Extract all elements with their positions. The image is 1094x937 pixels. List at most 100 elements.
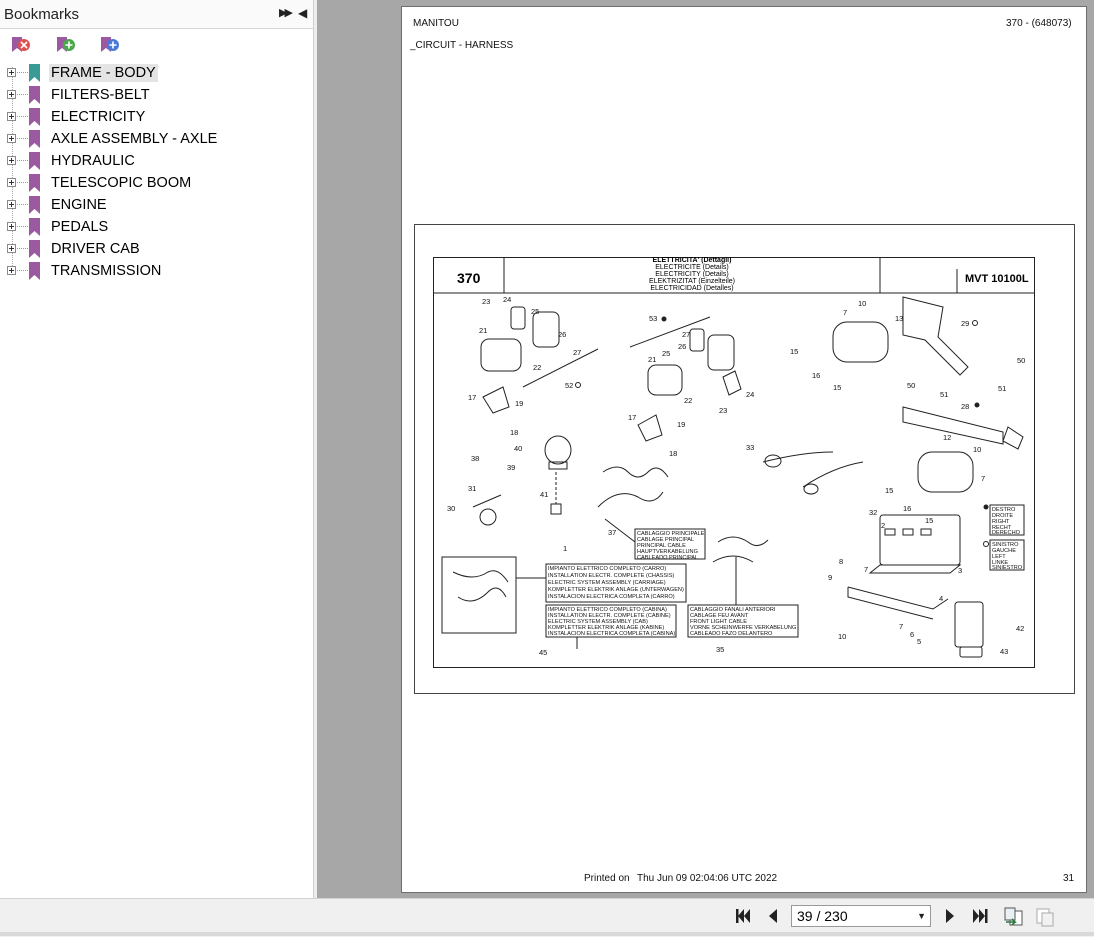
page-number-display[interactable]: 39 / 230 — [797, 908, 848, 924]
part-number: 7 — [843, 308, 847, 317]
tree-connector — [17, 160, 28, 162]
doc-section: _CIRCUIT - HARNESS — [410, 40, 514, 51]
tree-connector — [17, 270, 28, 272]
part-number: 24 — [503, 295, 511, 304]
callout-45-line5: INSTALACION ELECTRICA COMPLETA (CABINA) — [548, 631, 675, 637]
part-number: 4 — [939, 594, 943, 603]
bookmark-label: FRAME - BODY — [49, 64, 158, 82]
callout-1-line4: KOMPLETTER ELEKTRIK ANLAGE (UNTERWAGEN) — [548, 587, 684, 593]
bookmark-label: ELECTRICITY — [51, 109, 146, 125]
part-number: 50 — [907, 381, 915, 390]
expand-toggle-icon[interactable] — [7, 178, 16, 187]
part-drawings — [441, 296, 1025, 658]
part-number: 22 — [533, 363, 541, 372]
bookmark-transmission[interactable]: TRANSMISSION — [0, 260, 313, 282]
part-number: 16 — [903, 504, 911, 513]
part-number: 25 — [662, 349, 670, 358]
bookmark-icon — [29, 262, 40, 280]
part-number: 26 — [558, 330, 566, 339]
figure-title-fr: ELECTRICITE (Details) — [655, 264, 729, 271]
bookmark-driver-cab[interactable]: DRIVER CAB — [0, 238, 313, 260]
part-number: 13 — [895, 314, 903, 323]
expand-toggle-icon[interactable] — [7, 222, 16, 231]
doc-brand: MANITOU — [413, 18, 459, 29]
delete-bookmark-button[interactable] — [9, 34, 31, 56]
part-number: 30 — [447, 504, 455, 513]
add-bookmark-icon — [57, 37, 75, 52]
bookmark-electricity[interactable]: ELECTRICITY — [0, 106, 313, 128]
bookmark-telescopic-boom[interactable]: TELESCOPIC BOOM — [0, 172, 313, 194]
go-back-button[interactable] — [1002, 906, 1023, 926]
first-page-button[interactable] — [733, 906, 753, 926]
previous-page-button[interactable] — [763, 906, 783, 926]
part-number: 19 — [515, 399, 523, 408]
part-number: 18 — [510, 428, 518, 437]
bookmark-label: TRANSMISSION — [51, 263, 162, 279]
part-number: 23 — [482, 297, 490, 306]
part-number: 53 — [649, 314, 657, 323]
part-number: 15 — [925, 516, 933, 525]
expand-all-icon[interactable]: ▶▶ — [279, 6, 293, 19]
add-child-bookmark-button[interactable] — [98, 34, 120, 56]
bookmark-hydraulic[interactable]: HYDRAULIC — [0, 150, 313, 172]
callout-1-line3: ELECTRIC SYSTEM ASSEMBLY (CARRIAGE) — [548, 580, 666, 586]
expand-toggle-icon[interactable] — [7, 90, 16, 99]
last-page-icon — [973, 909, 988, 923]
delete-bookmark-icon — [12, 37, 30, 52]
figure-title-es: ELECTRICIDAD (Detalles) — [650, 285, 733, 292]
bookmark-label: FILTERS-BELT — [51, 87, 150, 103]
tree-connector — [17, 204, 28, 206]
part-number: 9 — [828, 573, 832, 582]
tree-connector — [17, 226, 28, 228]
go-forward-button[interactable] — [1034, 906, 1054, 927]
next-page-button[interactable] — [940, 906, 960, 926]
last-page-button[interactable] — [970, 906, 990, 926]
expand-toggle-icon[interactable] — [7, 68, 16, 77]
part-number: 16 — [812, 371, 820, 380]
tree-connector — [17, 94, 28, 96]
part-number: 23 — [719, 406, 727, 415]
part-number: 43 — [1000, 647, 1008, 656]
expand-toggle-icon[interactable] — [7, 112, 16, 121]
part-number: 51 — [998, 384, 1006, 393]
part-number: 3 — [958, 566, 962, 575]
bookmark-filters-belt[interactable]: FILTERS-BELT — [0, 84, 313, 106]
next-page-icon — [946, 909, 954, 923]
collapse-panel-icon[interactable]: ◀ — [298, 6, 307, 20]
part-number: 10 — [858, 299, 866, 308]
callout-1-line1: IMPIANTO ELETTRICO COMPLETO (CARRO) — [548, 566, 666, 572]
tree-connector — [17, 72, 28, 74]
bookmark-pedals[interactable]: PEDALS — [0, 216, 313, 238]
bookmark-icon — [29, 196, 40, 214]
bookmark-axle-assembly[interactable]: AXLE ASSEMBLY - AXLE — [0, 128, 313, 150]
part-number: 33 — [746, 443, 754, 452]
bookmark-label: PEDALS — [51, 219, 109, 235]
page-selector[interactable]: 39 / 230 ▼ — [791, 905, 931, 927]
part-number: 32 — [869, 508, 877, 517]
bookmark-icon — [29, 240, 40, 258]
window-bottom-edge — [0, 932, 1094, 936]
tree-connector — [17, 182, 28, 184]
part-number: 28 — [961, 402, 969, 411]
expand-toggle-icon[interactable] — [7, 134, 16, 143]
callout-1-line5: INSTALACION ELECTRICA COMPLETA (CARRO) — [548, 594, 675, 600]
part-number: 10 — [838, 632, 846, 641]
bookmark-frame-body[interactable]: FRAME - BODY — [0, 62, 313, 84]
bookmark-label: HYDRAULIC — [51, 153, 135, 169]
expand-toggle-icon[interactable] — [7, 266, 16, 275]
part-number: 7 — [864, 565, 868, 574]
expand-toggle-icon[interactable] — [7, 200, 16, 209]
part-number: 8 — [839, 557, 843, 566]
part-number: 40 — [514, 444, 522, 453]
bookmark-engine[interactable]: ENGINE — [0, 194, 313, 216]
expand-toggle-icon[interactable] — [7, 156, 16, 165]
part-number: 41 — [540, 490, 548, 499]
bookmark-label: ENGINE — [51, 197, 107, 213]
part-number: 25 — [531, 307, 539, 316]
bookmark-icon — [29, 152, 40, 170]
chevron-down-icon[interactable]: ▼ — [917, 911, 926, 921]
expand-toggle-icon[interactable] — [7, 244, 16, 253]
figure-title-it: ELETTRICITA' (Dettagli) — [653, 257, 732, 264]
figure-model: MVT 10100L — [965, 273, 1029, 285]
add-bookmark-button[interactable] — [54, 34, 76, 56]
